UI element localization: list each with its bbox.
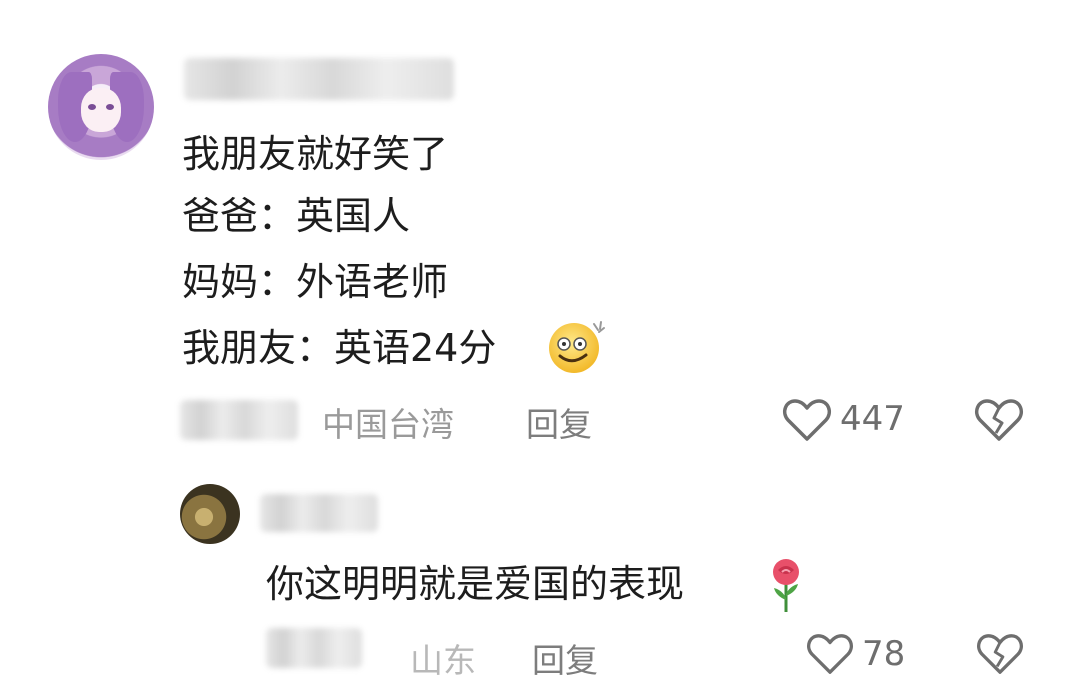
reply-reply-button[interactable]: 回复 [532,634,598,682]
comment-line-4: 我朋友：英语24分 [182,326,497,370]
location-label: 中国台湾 [322,405,454,444]
avatar-eye [88,104,96,110]
avatar-eye [106,104,114,110]
username-redacted[interactable] [184,58,454,100]
reply-like-count: 78 [862,634,906,674]
rose-icon [773,559,799,612]
timestamp-redacted [180,400,298,440]
reply-text: 你这明明就是爱国的表现 [266,562,685,606]
reply-avatar[interactable] [180,484,240,544]
reply-broken-heart-icon[interactable] [976,632,1024,676]
reply-timestamp-redacted [266,628,362,668]
heart-icon[interactable] [782,397,832,443]
dizzy-smile-emoji [549,321,605,373]
avatar[interactable] [48,54,154,160]
comment-line-1: 我朋友就好笑了 [182,132,449,176]
reply-username-redacted[interactable] [260,494,378,532]
comment-line-2: 爸爸：英国人 [182,194,411,238]
reply-heart-icon[interactable] [806,632,854,676]
like-count: 447 [840,399,905,439]
reply-location-label: 山东 [410,641,476,680]
comment-line-3: 妈妈：外语老师 [182,260,449,304]
avatar-face [81,88,121,132]
broken-heart-icon[interactable] [974,397,1024,443]
reply-button[interactable]: 回复 [526,398,592,446]
